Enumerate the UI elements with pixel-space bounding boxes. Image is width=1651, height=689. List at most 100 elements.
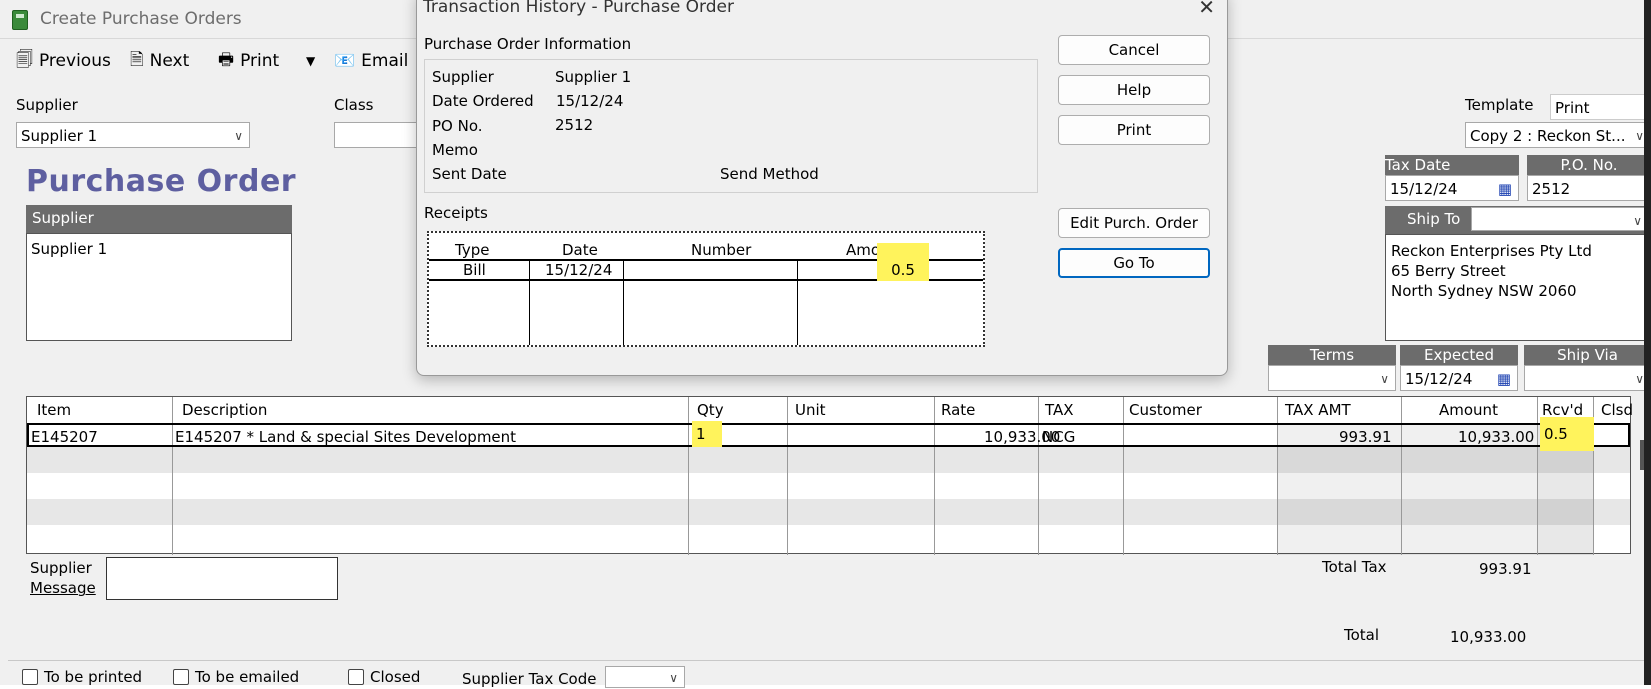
app-icon bbox=[12, 10, 28, 30]
next-label: Next bbox=[149, 51, 190, 71]
checkbox-box[interactable] bbox=[22, 669, 38, 685]
terms-combo[interactable]: ∨ bbox=[1268, 365, 1396, 391]
chevron-down-icon: ∨ bbox=[1635, 129, 1644, 143]
email-button[interactable]: 📧 Email bbox=[334, 49, 408, 73]
info-po-no-label: PO No. bbox=[432, 117, 483, 135]
checkbox-box[interactable] bbox=[348, 669, 364, 685]
supplier-combo[interactable]: Supplier 1 ∨ bbox=[16, 122, 250, 148]
close-icon[interactable]: ✕ bbox=[1198, 0, 1215, 19]
column-divider bbox=[172, 397, 173, 555]
po-no-label: P.O. No. bbox=[1527, 155, 1651, 175]
column-divider bbox=[688, 397, 689, 555]
footer-divider bbox=[8, 660, 1651, 661]
chevron-down-icon: ▼ bbox=[306, 54, 316, 68]
cell-rcvd[interactable]: 0.5 bbox=[1540, 417, 1594, 451]
column-divider bbox=[1401, 397, 1402, 555]
tax-date-value: 15/12/24 bbox=[1390, 180, 1458, 198]
supplier-label: Supplier bbox=[16, 96, 78, 114]
document-title: Purchase Order bbox=[26, 164, 297, 199]
ship-to-address-box[interactable]: Reckon Enterprises Pty Ltd 65 Berry Stre… bbox=[1385, 234, 1651, 341]
template-combo[interactable]: Copy 2 : Reckon St... ∨ bbox=[1465, 122, 1651, 148]
edit-purch-order-button[interactable]: Edit Purch. Order bbox=[1058, 208, 1210, 238]
ship-to-combo[interactable]: ∨ bbox=[1471, 207, 1649, 231]
cancel-button[interactable]: Cancel bbox=[1058, 35, 1210, 65]
terms-label: Terms bbox=[1268, 345, 1396, 365]
receipts-header-number: Number bbox=[691, 241, 752, 259]
column-divider bbox=[1123, 397, 1124, 555]
supplier-address-text: Supplier 1 bbox=[31, 240, 108, 258]
dialog-print-button[interactable]: Print bbox=[1058, 115, 1210, 145]
checkbox-box[interactable] bbox=[173, 669, 189, 685]
print-label: Print bbox=[240, 51, 280, 71]
info-supplier-value: Supplier 1 bbox=[555, 68, 632, 86]
date-ordered-value: 15/12/24 bbox=[556, 92, 624, 110]
column-header-tax: TAX bbox=[1045, 401, 1074, 419]
line-items-grid[interactable]: Item Description Qty Unit Rate TAX Custo… bbox=[26, 396, 1633, 555]
ship-via-combo[interactable]: ∨ bbox=[1524, 365, 1651, 391]
expected-label: Expected bbox=[1400, 345, 1518, 365]
expected-date-value: 15/12/24 bbox=[1405, 370, 1473, 388]
calendar-icon[interactable]: ▦ bbox=[1497, 366, 1511, 392]
receipt-row[interactable]: Bill 15/12/24 0.5 bbox=[429, 243, 983, 281]
tax-date-field[interactable]: 15/12/24 ▦ bbox=[1385, 175, 1519, 201]
ship-to-line: North Sydney NSW 2060 bbox=[1391, 282, 1577, 300]
print-dropdown-arrow[interactable]: ▼ bbox=[306, 49, 315, 73]
column-header-unit: Unit bbox=[795, 401, 826, 419]
total-tax-value: 993.91 bbox=[1479, 560, 1532, 578]
sent-date-label: Sent Date bbox=[432, 165, 507, 183]
to-be-printed-checkbox[interactable]: To be printed bbox=[22, 668, 142, 686]
chevron-down-icon: ∨ bbox=[1635, 372, 1644, 386]
table-row[interactable]: E145207 E145207 * Land & special Sites D… bbox=[27, 417, 1630, 451]
chevron-down-icon: ∨ bbox=[1633, 214, 1642, 228]
print-preview-button[interactable]: Print Preview bbox=[1550, 94, 1651, 143]
go-to-button[interactable]: Go To bbox=[1058, 248, 1210, 278]
closed-checkbox[interactable]: Closed bbox=[348, 668, 420, 686]
print-button[interactable]: 🖶 Print bbox=[218, 49, 279, 73]
calendar-icon[interactable]: ▦ bbox=[1498, 176, 1512, 202]
template-label: Template bbox=[1465, 96, 1534, 114]
window-title: Create Purchase Orders bbox=[40, 9, 242, 29]
cell-tax-amt: 993.91 bbox=[1339, 428, 1392, 446]
po-no-field[interactable]: 2512 bbox=[1527, 175, 1651, 201]
cell-description[interactable]: E145207 * Land & special Sites Developme… bbox=[175, 428, 516, 446]
memo-label: Memo bbox=[432, 141, 478, 159]
po-info-heading: Purchase Order Information bbox=[424, 35, 632, 53]
expected-date-field[interactable]: 15/12/24 ▦ bbox=[1400, 365, 1518, 391]
email-label: Email bbox=[361, 51, 409, 71]
receipts-header-type: Type bbox=[455, 241, 490, 259]
column-header-qty: Qty bbox=[697, 401, 724, 419]
column-divider bbox=[1277, 397, 1278, 555]
total-value: 10,933.00 bbox=[1450, 628, 1527, 646]
window-edge bbox=[1644, 0, 1651, 685]
help-button[interactable]: Help bbox=[1058, 75, 1210, 105]
column-header-clsd: Clsd bbox=[1601, 401, 1633, 419]
to-be-emailed-checkbox[interactable]: To be emailed bbox=[173, 668, 299, 686]
template-value: Copy 2 : Reckon St... bbox=[1470, 127, 1626, 145]
supplier-message-field[interactable] bbox=[106, 557, 338, 600]
column-divider bbox=[1537, 397, 1538, 555]
to-be-printed-label: To be printed bbox=[44, 668, 143, 686]
email-icon: 📧 bbox=[334, 51, 356, 71]
column-divider bbox=[787, 397, 788, 555]
total-label: Total bbox=[1344, 626, 1380, 644]
supplier-address-box[interactable]: Supplier 1 bbox=[26, 233, 292, 341]
cell-item[interactable]: E145207 bbox=[31, 428, 98, 446]
column-divider bbox=[1038, 397, 1039, 555]
next-button[interactable]: 🗎 Next bbox=[130, 49, 189, 73]
cell-tax-code[interactable]: NCG bbox=[1042, 428, 1075, 446]
column-header-amount: Amount bbox=[1439, 401, 1498, 419]
ship-to-line: 65 Berry Street bbox=[1391, 262, 1506, 280]
po-info-group: Supplier Supplier 1 Date Ordered 15/12/2… bbox=[424, 59, 1038, 193]
chevron-down-icon: ∨ bbox=[234, 129, 243, 143]
previous-button[interactable]: 🗐 Previous bbox=[16, 49, 111, 73]
grid-header: Item Description Qty Unit Rate TAX Custo… bbox=[27, 397, 1633, 424]
receipts-header-date: Date bbox=[562, 241, 598, 259]
cell-qty[interactable]: 1 bbox=[692, 421, 722, 447]
to-be-emailed-label: To be emailed bbox=[195, 668, 300, 686]
receipts-heading: Receipts bbox=[424, 204, 488, 222]
class-combo[interactable] bbox=[334, 122, 424, 148]
supplier-message-label-line: Message bbox=[30, 579, 96, 597]
receipts-table[interactable]: Type Date Number Amount Bill 15/12/24 0.… bbox=[427, 231, 985, 347]
cell-amount[interactable]: 10,933.00 bbox=[1458, 428, 1534, 446]
dialog-title: Transaction History - Purchase Order bbox=[423, 0, 734, 17]
